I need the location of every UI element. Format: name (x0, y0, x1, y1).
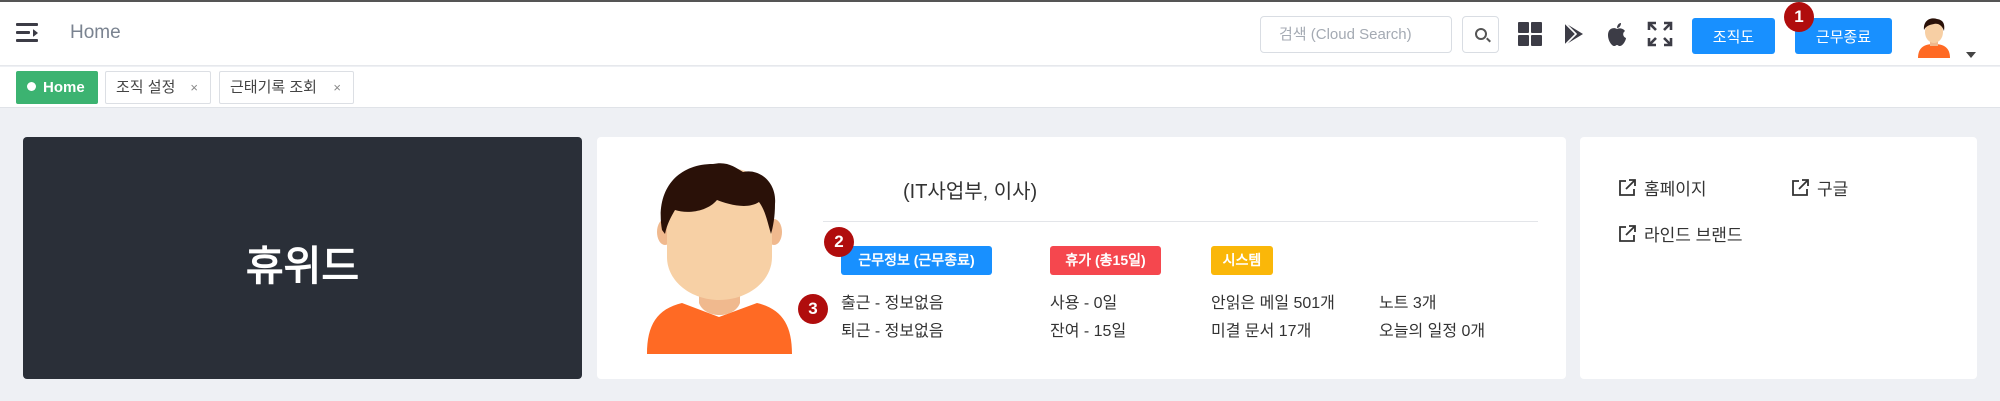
top-header: Home 조직도 근무종료 (0, 2, 2000, 66)
close-icon[interactable]: × (190, 72, 198, 103)
external-link-icon (1619, 179, 1636, 196)
page-title: Home (70, 22, 121, 43)
tab-attendance-records[interactable]: 근태기록 조회 × (219, 71, 354, 104)
search-button[interactable] (1462, 16, 1499, 53)
tab-label: 근태기록 조회 (230, 79, 317, 96)
external-link-icon (1619, 225, 1636, 242)
close-icon[interactable]: × (333, 72, 341, 103)
apple-icon[interactable] (1603, 20, 1631, 48)
company-logo-card: 휴위드 (23, 137, 582, 379)
link-label: 라인드 브랜드 (1644, 226, 1743, 245)
vacation-remaining: 잔여 - 15일 (1050, 323, 1127, 340)
annotation-badge-2: 2 (824, 227, 854, 257)
annotation-badge-1: 1 (1784, 2, 1814, 32)
homepage-link[interactable]: 홈페이지 (1618, 175, 1707, 200)
today-schedule-count[interactable]: 오늘의 일정 0개 (1379, 317, 1485, 341)
tab-org-settings[interactable]: 조직 설정 × (105, 71, 211, 104)
active-dot-icon (27, 82, 36, 91)
quick-links-card: 홈페이지 구글 라인드 브랜드 (1580, 137, 1977, 379)
work-info-badge: 근무정보 (근무종료) (841, 246, 992, 275)
company-logo: 휴위드 (245, 243, 360, 289)
divider (823, 221, 1538, 222)
external-link-icon (1792, 179, 1809, 196)
avatar[interactable] (1915, 16, 1953, 58)
annotation-badge-3: 3 (798, 294, 828, 324)
fullscreen-icon[interactable] (1646, 20, 1674, 48)
brand-link[interactable]: 라인드 브랜드 (1618, 221, 1743, 246)
profile-avatar-icon (647, 162, 792, 354)
vacation-badge: 휴가 (총15일) (1050, 246, 1161, 275)
tab-bar: Home 조직 설정 × 근태기록 조회 × (0, 67, 2000, 108)
clock-in-status: 출근 - 정보없음 (841, 295, 944, 312)
clock-out-status: 퇴근 - 정보없음 (841, 323, 944, 340)
pending-docs-count[interactable]: 미결 문서 17개 (1211, 317, 1311, 341)
vacation-used: 사용 - 0일 (1050, 295, 1118, 312)
link-label: 구글 (1817, 180, 1849, 199)
org-chart-button[interactable]: 조직도 (1692, 18, 1775, 54)
grid-icon[interactable] (1516, 20, 1544, 48)
chevron-down-icon[interactable] (1966, 52, 1976, 58)
tab-label: Home (43, 79, 85, 96)
notes-count[interactable]: 노트 3개 (1379, 289, 1437, 313)
profile-card: (IT사업부, 이사) 근무정보 (근무종료) 휴가 (총15일) 시스템 출근… (597, 137, 1566, 379)
org-position-title: (IT사업부, 이사) (903, 181, 1038, 203)
menu-toggle-icon[interactable] (16, 22, 40, 44)
tab-label: 조직 설정 (116, 79, 176, 96)
link-label: 홈페이지 (1644, 180, 1707, 199)
tab-home[interactable]: Home (16, 71, 98, 104)
search-input[interactable] (1260, 16, 1452, 53)
google-play-icon[interactable] (1560, 20, 1588, 48)
system-badge: 시스템 (1211, 246, 1273, 275)
unread-mail-count[interactable]: 안읽은 메일 501개 (1211, 289, 1335, 313)
google-link[interactable]: 구글 (1791, 175, 1848, 200)
